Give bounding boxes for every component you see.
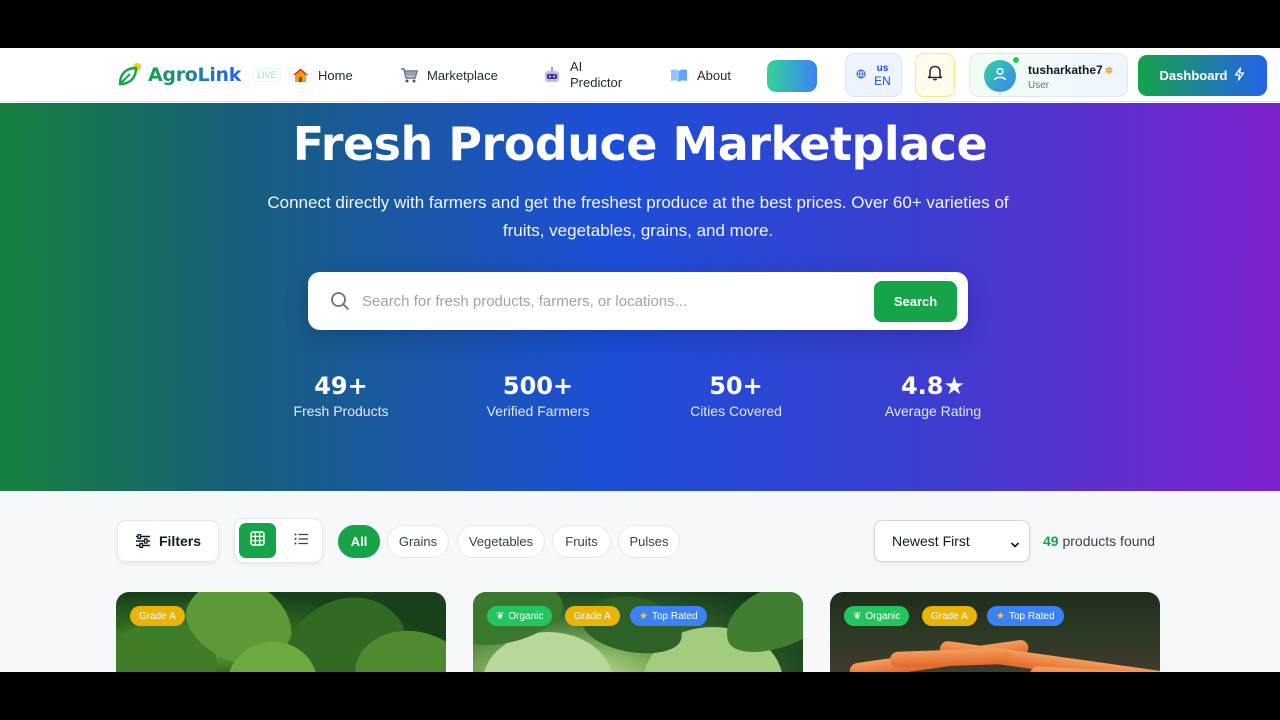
results-count-number: 49: [1043, 533, 1059, 549]
stat-farmers: 500+ Verified Farmers: [453, 371, 623, 419]
grade-badge: Grade A: [922, 606, 977, 626]
robot-icon: [543, 66, 561, 84]
globe-icon: [856, 69, 866, 82]
dashboard-button[interactable]: Dashboard: [1138, 55, 1267, 96]
language-selector[interactable]: us EN: [845, 53, 902, 97]
page-title: Fresh Produce Marketplace: [292, 117, 988, 171]
stat-rating: 4.8★ Average Rating: [848, 371, 1018, 419]
nav-ai-predictor[interactable]: AI Predictor: [543, 48, 622, 102]
category-chip-vegetables[interactable]: Vegetables: [457, 525, 545, 558]
nav-marketplace-label: Marketplace: [427, 67, 498, 83]
category-chip-fruits[interactable]: Fruits: [552, 525, 611, 558]
top-rated-badge: ★ Top Rated: [987, 606, 1064, 626]
results-count-label: products found: [1062, 533, 1156, 549]
search-bar: Search: [308, 272, 968, 330]
stat-value: 500+: [502, 372, 574, 400]
brand-logo[interactable]: AgroLink LIVE: [116, 62, 281, 88]
organic-badge: ❦ Organic: [844, 606, 910, 626]
list-icon: [294, 532, 309, 550]
online-indicator: [1011, 55, 1021, 65]
bell-icon: [927, 64, 943, 86]
book-icon: [670, 66, 688, 84]
category-chip-pulses[interactable]: Pulses: [618, 525, 680, 558]
grid-view-button[interactable]: [239, 523, 276, 558]
leaf-icon: ❦: [853, 610, 862, 622]
results-count: 49 products found: [1043, 533, 1155, 549]
cart-icon: [400, 66, 418, 84]
user-name: tusharkathe7: [1028, 63, 1103, 77]
theme-toggle-button[interactable]: [767, 60, 817, 92]
product-card[interactable]: ❦ Organic Grade A ★ Top Rated: [830, 592, 1160, 672]
app-page: AgroLink LIVE Home Marketplace AI Predic…: [0, 48, 1280, 672]
stat-value: 49+: [314, 372, 368, 400]
leaf-logo-icon: [116, 62, 142, 88]
hero-section: Fresh Produce Marketplace Connect direct…: [0, 103, 1280, 491]
top-navbar: AgroLink LIVE Home Marketplace AI Predic…: [0, 48, 1280, 102]
avatar: [984, 60, 1016, 92]
sliders-icon: [135, 534, 150, 548]
sort-select[interactable]: Newest First: [874, 520, 1030, 562]
nav-home-label: Home: [318, 67, 353, 83]
product-card[interactable]: Grade A: [116, 592, 446, 672]
filters-label: Filters: [158, 533, 201, 549]
nav-ai-label-line1: AI: [570, 59, 583, 74]
organic-badge: ❦ Organic: [487, 606, 553, 626]
star-icon: ★: [996, 610, 1005, 622]
filters-button[interactable]: Filters: [117, 520, 219, 562]
list-view-button[interactable]: [283, 523, 320, 558]
stat-label: Fresh Products: [293, 403, 389, 419]
grid-icon: [250, 530, 265, 551]
nav-ai-label-line2: Predictor: [570, 75, 623, 90]
view-toggle: [234, 518, 323, 563]
live-badge: LIVE: [253, 68, 281, 82]
nav-about[interactable]: About: [670, 48, 731, 102]
notifications-button[interactable]: [915, 53, 955, 97]
grade-badge: Grade A: [565, 606, 620, 626]
category-chip-grains[interactable]: Grains: [387, 525, 449, 558]
stat-label: Average Rating: [884, 403, 982, 419]
language-code: EN: [874, 74, 891, 88]
nav-home[interactable]: Home: [291, 48, 353, 102]
nav-marketplace[interactable]: Marketplace: [400, 48, 498, 102]
dashboard-label: Dashboard: [1159, 68, 1228, 83]
stat-label: Cities Covered: [690, 403, 782, 419]
hero-subtitle: Connect directly with farmers and get th…: [267, 193, 1009, 240]
stat-label: Verified Farmers: [486, 403, 590, 419]
stat-products: 49+ Fresh Products: [256, 371, 426, 419]
nav-about-label: About: [697, 67, 731, 83]
stat-cities: 50+ Cities Covered: [651, 371, 821, 419]
product-card[interactable]: ❦ Organic Grade A ★ Top Rated: [473, 592, 803, 672]
stat-value: 50+: [709, 372, 763, 400]
house-icon: [291, 66, 309, 84]
sparkle-icon: ✲: [1104, 66, 1114, 77]
brand-name: AgroLink: [148, 64, 242, 86]
bolt-icon: [1234, 67, 1245, 84]
user-menu[interactable]: tusharkathe7 ✲ User: [969, 53, 1128, 97]
category-chip-all[interactable]: All: [338, 525, 380, 558]
star-icon: ★: [639, 610, 648, 622]
stat-value: 4.8★: [900, 372, 966, 400]
user-icon: [993, 67, 1007, 86]
leaf-icon: ❦: [496, 610, 505, 622]
product-toolbar: Filters All Grains Vegetables Fruits Pul…: [0, 518, 1280, 564]
search-input[interactable]: [362, 287, 862, 315]
search-icon: [330, 291, 350, 311]
top-rated-badge: ★ Top Rated: [630, 606, 707, 626]
grade-badge: Grade A: [130, 606, 185, 626]
chevron-down-icon: [1010, 536, 1020, 552]
user-role: User: [1028, 80, 1050, 91]
search-button[interactable]: Search: [874, 281, 957, 322]
sort-value: Newest First: [892, 533, 970, 549]
